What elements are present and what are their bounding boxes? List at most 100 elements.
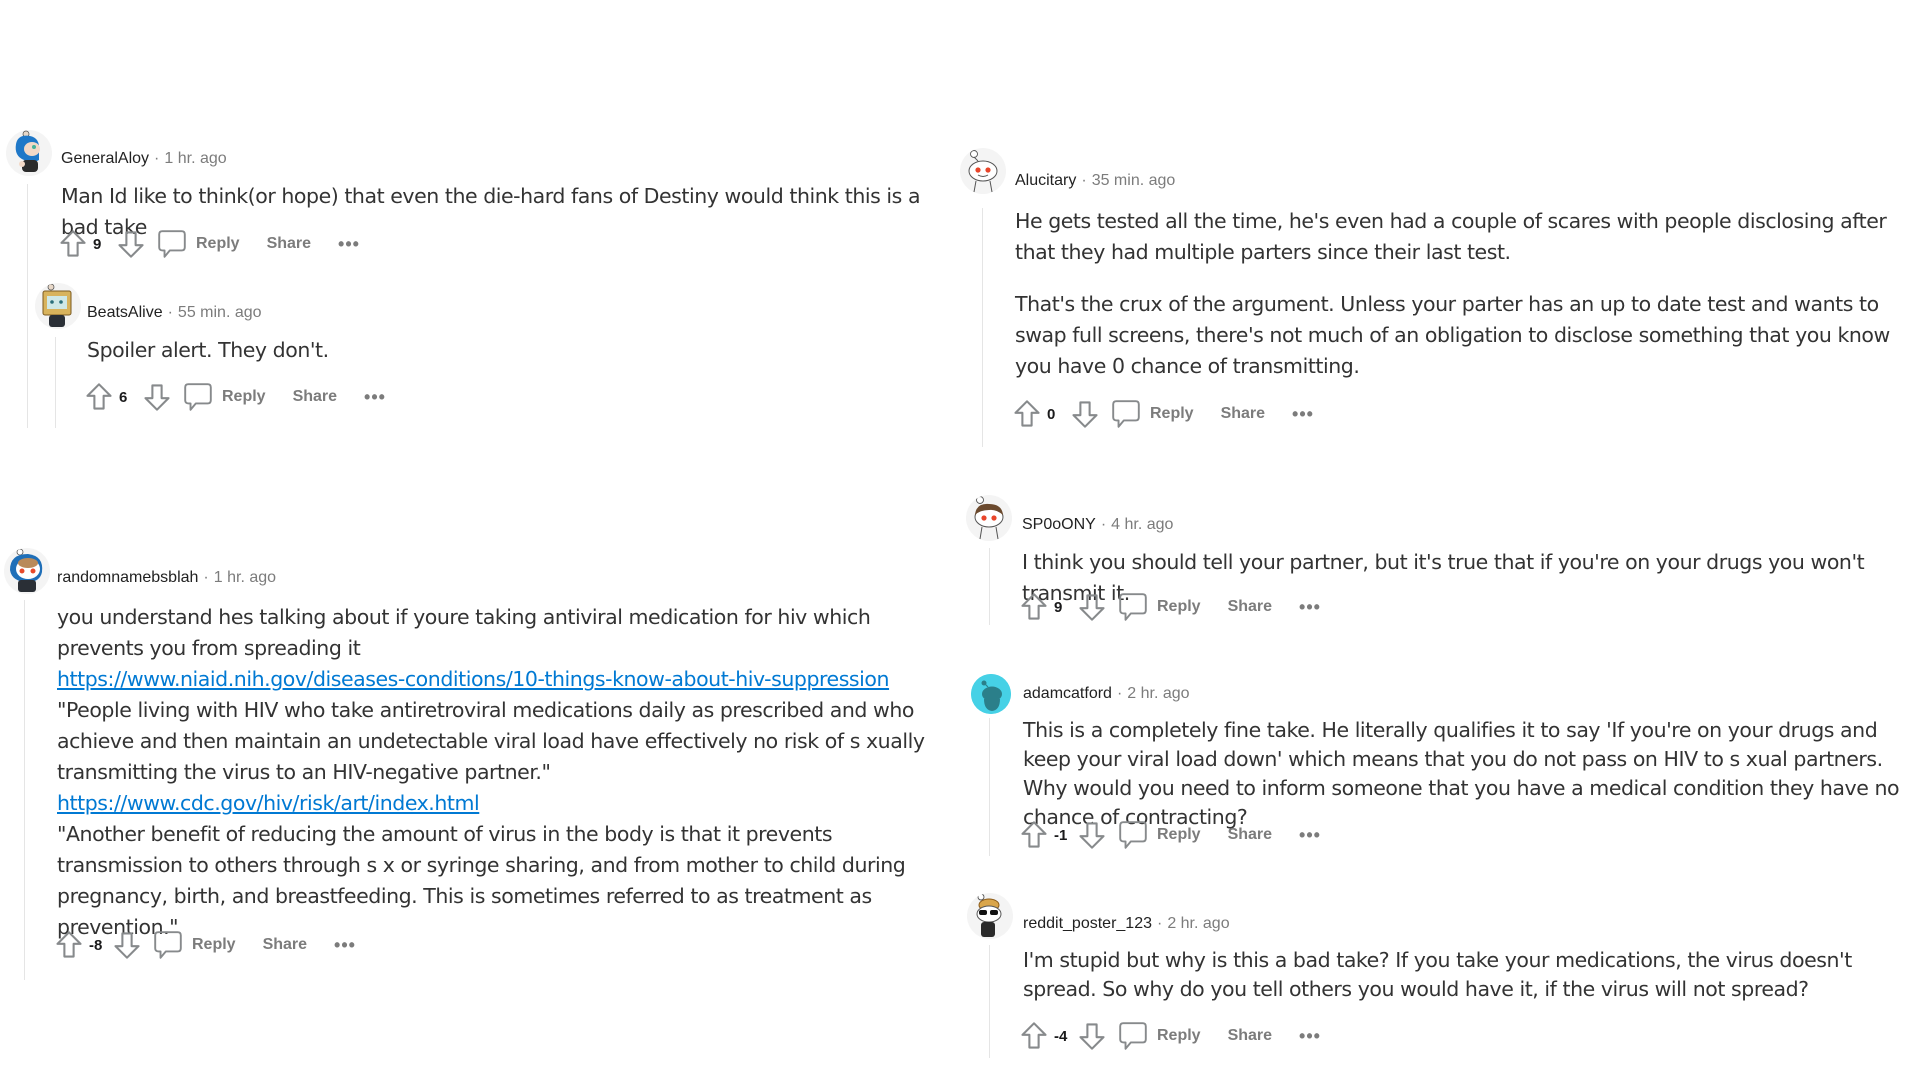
timestamp[interactable]: 55 min. ago [178, 304, 262, 321]
ellipsis-icon[interactable]: ••• [334, 936, 356, 954]
username[interactable]: adamcatford [1023, 685, 1112, 702]
snoo-blue-hair-avatar-icon [7, 130, 51, 176]
share-button[interactable]: Share [1221, 405, 1265, 423]
timestamp[interactable]: 35 min. ago [1092, 172, 1176, 189]
comment-paragraph: That's the crux of the argument. Unless … [1015, 292, 1890, 378]
share-button[interactable]: Share [267, 235, 311, 253]
avatar[interactable] [967, 893, 1013, 939]
snoo-sunglasses-avatar-icon [968, 893, 1012, 939]
share-button[interactable]: Share [293, 388, 337, 406]
upvote-arrow-icon[interactable] [55, 930, 83, 960]
timestamp[interactable]: 1 hr. ago [164, 150, 226, 167]
ellipsis-icon[interactable]: ••• [338, 235, 360, 253]
thread-line[interactable] [989, 945, 990, 1058]
upvote-arrow-icon[interactable] [1020, 820, 1048, 850]
comment-actions: 9 Reply Share ••• [1020, 590, 1321, 624]
separator-dot: · [1081, 172, 1087, 189]
reply-button[interactable]: Reply [222, 388, 266, 406]
quote-text: "People living with HIV who take antiret… [57, 698, 925, 784]
share-button[interactable]: Share [1228, 1027, 1272, 1045]
thread-line[interactable] [989, 718, 990, 856]
timestamp[interactable]: 2 hr. ago [1127, 685, 1189, 702]
thread-line[interactable] [989, 548, 990, 625]
downvote-arrow-icon[interactable] [1078, 592, 1106, 622]
quote-text: "Another benefit of reducing the amount … [57, 822, 906, 939]
comment-meta: SP0oONY · 4 hr. ago [1022, 515, 1173, 535]
share-button[interactable]: Share [1228, 598, 1272, 616]
comment-paragraph: He gets tested all the time, he's even h… [1015, 209, 1887, 264]
downvote-arrow-icon[interactable] [143, 382, 171, 412]
ellipsis-icon[interactable]: ••• [1292, 405, 1314, 423]
ellipsis-icon[interactable]: ••• [1299, 598, 1321, 616]
thread-line[interactable] [27, 184, 28, 428]
comment-meta: adamcatford · 2 hr. ago [1023, 684, 1190, 704]
comment-body: I'm stupid but why is this a bad take? I… [1023, 946, 1903, 1004]
speech-bubble-icon[interactable] [157, 228, 187, 260]
comment-meta: reddit_poster_123 · 2 hr. ago [1023, 914, 1230, 934]
comment-meta: Alucitary · 35 min. ago [1015, 171, 1175, 191]
comment-paragraph: I'm stupid but why is this a bad take? I… [1023, 948, 1852, 1001]
ellipsis-icon[interactable]: ••• [1299, 1027, 1321, 1045]
timestamp[interactable]: 1 hr. ago [214, 569, 276, 586]
upvote-arrow-icon[interactable] [59, 229, 87, 259]
username[interactable]: Alucitary [1015, 172, 1076, 189]
speech-bubble-icon[interactable] [153, 929, 183, 961]
downvote-arrow-icon[interactable] [1078, 1021, 1106, 1051]
niaid-link[interactable]: https://www.niaid.nih.gov/diseases-condi… [57, 667, 889, 691]
username[interactable]: SP0oONY [1022, 516, 1096, 533]
comment-actions: -1 Reply Share ••• [1020, 818, 1321, 852]
upvote-arrow-icon[interactable] [1020, 592, 1048, 622]
reply-button[interactable]: Reply [1157, 598, 1201, 616]
avatar[interactable] [971, 674, 1011, 714]
vote-score: -1 [1054, 826, 1068, 844]
username[interactable]: BeatsAlive [87, 304, 163, 321]
snoo-cyan-circle-avatar-icon [971, 674, 1011, 714]
reply-button[interactable]: Reply [1150, 405, 1194, 423]
share-button[interactable]: Share [1228, 826, 1272, 844]
share-button[interactable]: Share [263, 936, 307, 954]
vote-score: 0 [1047, 405, 1056, 423]
speech-bubble-icon[interactable] [1118, 1020, 1148, 1052]
avatar[interactable] [960, 148, 1006, 194]
downvote-arrow-icon[interactable] [1071, 399, 1099, 429]
upvote-arrow-icon[interactable] [85, 382, 113, 412]
thread-line[interactable] [982, 208, 983, 447]
downvote-arrow-icon[interactable] [1078, 820, 1106, 850]
reply-button[interactable]: Reply [192, 936, 236, 954]
avatar[interactable] [4, 548, 50, 594]
ellipsis-icon[interactable]: ••• [1299, 826, 1321, 844]
comment-body: This is a completely fine take. He liter… [1023, 716, 1913, 832]
avatar[interactable] [6, 130, 52, 176]
reply-button[interactable]: Reply [196, 235, 240, 253]
separator-dot: · [154, 150, 160, 167]
snoo-hooded-avatar-icon [5, 548, 49, 594]
vote-score: 9 [1054, 598, 1063, 616]
speech-bubble-icon[interactable] [183, 381, 213, 413]
comment-meta: BeatsAlive · 55 min. ago [87, 303, 262, 323]
comment-actions: 9 Reply Share ••• [59, 227, 360, 261]
username[interactable]: reddit_poster_123 [1023, 915, 1152, 932]
timestamp[interactable]: 4 hr. ago [1111, 516, 1173, 533]
thread-line[interactable] [24, 600, 25, 980]
speech-bubble-icon[interactable] [1118, 591, 1148, 623]
upvote-arrow-icon[interactable] [1013, 399, 1041, 429]
avatar[interactable] [966, 495, 1012, 541]
ellipsis-icon[interactable]: ••• [364, 388, 386, 406]
speech-bubble-icon[interactable] [1118, 819, 1148, 851]
username[interactable]: GeneralAloy [61, 150, 149, 167]
cdc-link[interactable]: https://www.cdc.gov/hiv/risk/art/index.h… [57, 791, 480, 815]
username[interactable]: randomnamebsblah [57, 569, 198, 586]
comment-paragraph: This is a completely fine take. He liter… [1023, 718, 1900, 829]
reply-button[interactable]: Reply [1157, 826, 1201, 844]
upvote-arrow-icon[interactable] [1020, 1021, 1048, 1051]
downvote-arrow-icon[interactable] [117, 229, 145, 259]
avatar[interactable] [35, 283, 81, 329]
snoo-tv-head-avatar-icon [36, 283, 80, 329]
thread-line-nested[interactable] [55, 337, 56, 428]
snoo-default-avatar-icon [961, 150, 1005, 194]
speech-bubble-icon[interactable] [1111, 398, 1141, 430]
reply-button[interactable]: Reply [1157, 1027, 1201, 1045]
downvote-arrow-icon[interactable] [113, 930, 141, 960]
timestamp[interactable]: 2 hr. ago [1167, 915, 1229, 932]
separator-dot: · [1116, 685, 1123, 702]
